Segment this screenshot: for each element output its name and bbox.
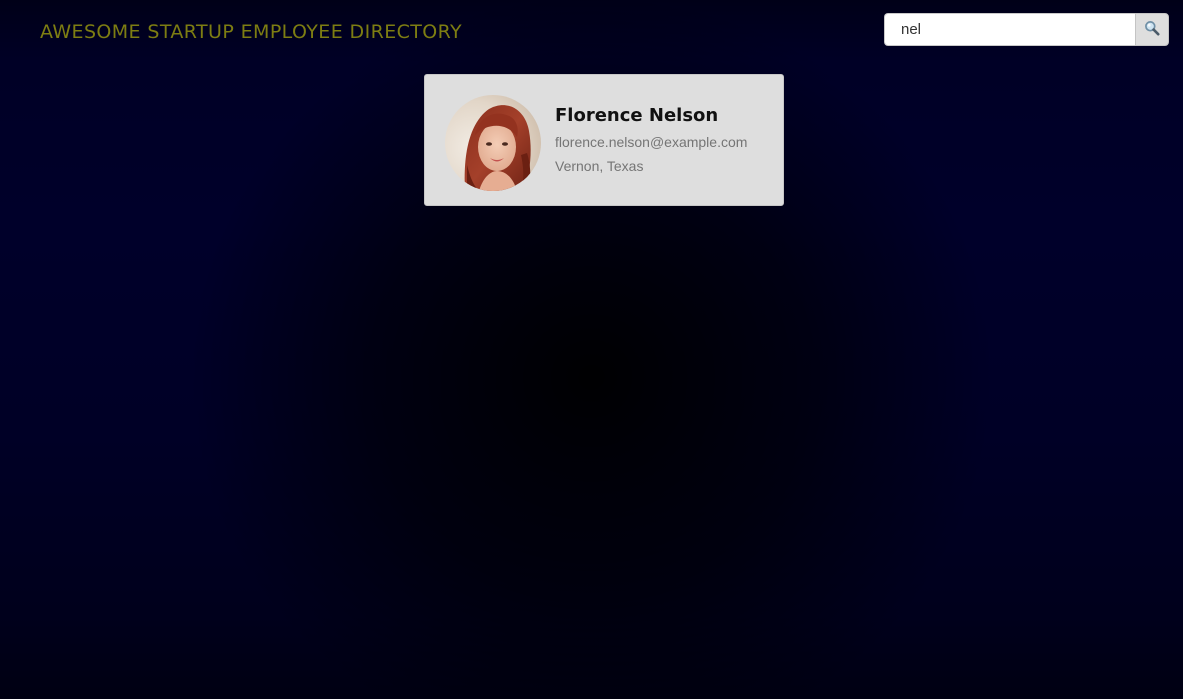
search-form <box>884 13 1169 46</box>
employee-avatar <box>445 95 541 191</box>
employee-email: florence.nelson@example.com <box>555 134 748 150</box>
employee-info: Florence Nelson florence.nelson@example.… <box>555 105 780 175</box>
page-title: AWESOME STARTUP EMPLOYEE DIRECTORY <box>40 21 463 43</box>
employee-location: Vernon, Texas <box>555 158 644 174</box>
employee-card[interactable]: Florence Nelson florence.nelson@example.… <box>424 74 784 206</box>
search-icon <box>1144 20 1160 39</box>
search-input[interactable] <box>884 13 1135 46</box>
search-button[interactable] <box>1135 13 1169 46</box>
page-header: AWESOME STARTUP EMPLOYEE DIRECTORY <box>0 0 1183 64</box>
employee-name: Florence Nelson <box>555 105 719 126</box>
directory-page: { "header": { "title": "AWESOME STARTUP … <box>0 0 1183 699</box>
